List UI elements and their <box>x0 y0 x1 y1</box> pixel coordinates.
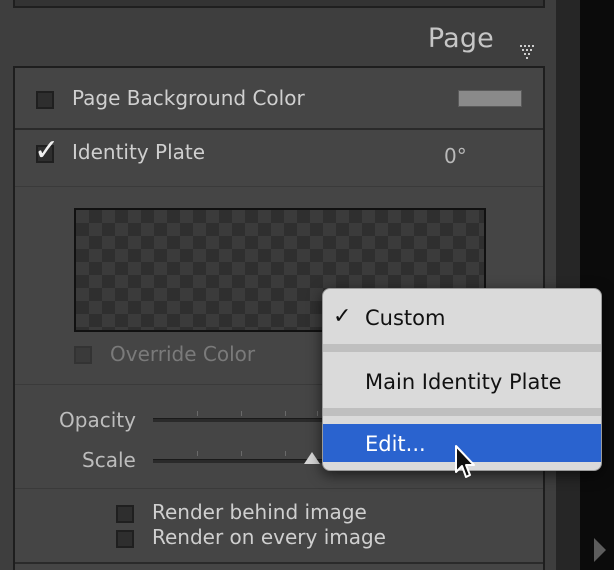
menu-item-label: Edit... <box>365 432 426 456</box>
right-edge-strip <box>580 0 614 570</box>
divider <box>15 488 543 489</box>
slider-tick <box>241 411 242 416</box>
slider-tick <box>197 451 198 456</box>
previous-panel-section <box>13 0 545 8</box>
scale-label: Scale <box>82 448 136 472</box>
menu-separator <box>323 408 601 416</box>
override-color-label: Override Color <box>110 342 256 366</box>
page-background-color-checkbox[interactable] <box>36 91 54 109</box>
identity-plate-checkmark-icon: ✓ <box>34 133 60 168</box>
page-background-color-label: Page Background Color <box>72 86 305 110</box>
menu-item-label: Custom <box>365 306 446 330</box>
checkmark-icon: ✓ <box>333 304 352 329</box>
slider-tick <box>197 411 198 416</box>
menu-item-label: Main Identity Plate <box>365 370 562 394</box>
panel-title: Page <box>427 23 494 54</box>
panel-collapse-triangle-icon[interactable] <box>519 44 537 60</box>
opacity-slider-track[interactable] <box>153 418 333 422</box>
slider-tick <box>317 411 318 416</box>
render-on-every-image-label: Render on every image <box>152 525 386 549</box>
override-color-checkbox[interactable] <box>74 346 92 364</box>
identity-plate-label: Identity Plate <box>72 140 206 164</box>
menu-separator <box>323 344 601 352</box>
opacity-label: Opacity <box>59 408 136 432</box>
identity-plate-angle[interactable]: 0° <box>444 144 467 168</box>
panel-scrollbar-area <box>556 0 580 570</box>
slider-tick <box>285 411 286 416</box>
render-behind-image-label: Render behind image <box>152 500 367 524</box>
panel-header[interactable]: Page <box>0 14 556 66</box>
scale-slider-thumb[interactable] <box>304 452 320 464</box>
menu-item-main-identity-plate[interactable]: Main Identity Plate <box>323 362 601 400</box>
menu-item-custom[interactable]: ✓ Custom <box>323 298 601 336</box>
page-background-color-swatch[interactable] <box>458 90 522 107</box>
divider <box>15 128 543 130</box>
divider <box>15 562 543 564</box>
render-behind-image-checkbox[interactable] <box>116 505 134 523</box>
divider <box>15 186 543 187</box>
expand-right-arrow-icon[interactable] <box>594 538 606 562</box>
slider-tick <box>285 451 286 456</box>
mouse-pointer-icon <box>455 445 475 478</box>
slider-tick <box>241 451 242 456</box>
render-on-every-image-checkbox[interactable] <box>116 530 134 548</box>
